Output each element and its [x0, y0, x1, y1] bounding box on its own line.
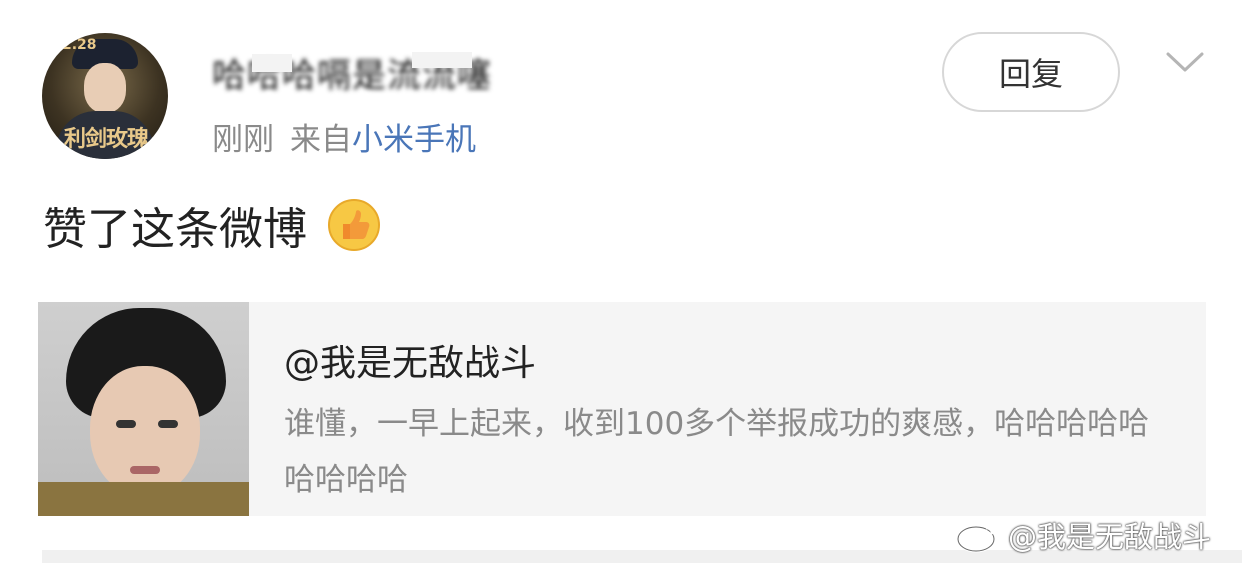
- post-meta: 刚刚 来自小米手机: [212, 114, 476, 159]
- username-redaction: [412, 52, 472, 68]
- avatar-title-stamp: 利剑玫瑰: [64, 126, 149, 152]
- watermark: @我是无敌战斗: [956, 514, 1211, 556]
- username-redaction: [252, 54, 292, 72]
- thumbs-up-icon: [328, 199, 380, 251]
- source-link[interactable]: 小米手机: [352, 122, 476, 158]
- thumb-eye: [116, 420, 136, 428]
- post-content: 赞了这条微博: [43, 193, 381, 257]
- avatar-face: [84, 63, 126, 113]
- thumb-eye: [158, 420, 178, 428]
- quoted-post-thumbnail: [38, 302, 249, 516]
- reply-button[interactable]: 回复: [942, 32, 1120, 112]
- weibo-logo-icon: [956, 521, 1000, 553]
- user-avatar[interactable]: 2.28 利剑玫瑰: [42, 33, 168, 159]
- quoted-post-text: 谁懂，一早上起来，收到100多个举报成功的爽感，哈哈哈哈哈哈哈哈哈: [284, 406, 1150, 498]
- avatar-badge: 2.28: [62, 37, 97, 53]
- thumb-mouth: [130, 466, 160, 474]
- source-prefix: 来自: [290, 122, 352, 158]
- post-time: 刚刚: [212, 122, 274, 158]
- chevron-down-icon[interactable]: [1165, 50, 1205, 74]
- quoted-post-card[interactable]: @我是无敌战斗 谁懂，一早上起来，收到100多个举报成功的爽感，哈哈哈哈哈哈哈哈…: [38, 302, 1206, 516]
- thumb-face: [90, 366, 200, 496]
- post-content-text: 赞了这条微博: [43, 204, 307, 255]
- thumb-coat: [38, 482, 249, 516]
- watermark-text: @我是无敌战斗: [1008, 520, 1212, 554]
- username[interactable]: 哈哈哈嗝是流流噻: [212, 48, 522, 96]
- quoted-post-author[interactable]: @我是无敌战斗: [284, 334, 536, 386]
